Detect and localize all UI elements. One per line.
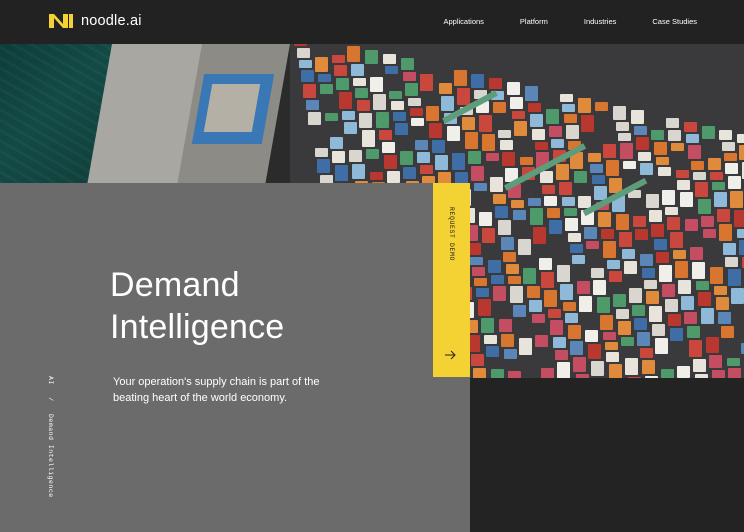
brand-logo[interactable]: noodle.ai [48, 13, 142, 29]
lower-right-panel [470, 378, 744, 532]
nav-item-case-studies[interactable]: Case Studies [652, 17, 697, 26]
breadcrumb-separator: / [47, 397, 54, 402]
breadcrumb-root[interactable]: AI [47, 376, 54, 385]
hero-lead-text: Your operation's supply chain is part of… [113, 376, 320, 404]
page-title-line-1: Demand [110, 266, 240, 304]
nav-item-platform[interactable]: Platform [520, 17, 548, 26]
main-nav: Applications Platform Industries Case St… [443, 17, 697, 26]
hero-content-panel [0, 183, 470, 532]
nav-item-industries[interactable]: Industries [584, 17, 617, 26]
noodle-n-logo-icon [49, 14, 73, 28]
brand-name: noodle.ai [81, 13, 142, 29]
top-navigation-bar: noodle.ai Applications Platform Industri… [0, 0, 744, 44]
request-demo-label: REQUEST DEMO [448, 207, 455, 262]
arrow-right-icon [445, 350, 456, 360]
page-title-line-2: Intelligence [110, 308, 285, 346]
nav-item-applications[interactable]: Applications [443, 17, 483, 26]
breadcrumb: AI / Demand Intelligence [47, 376, 54, 506]
breadcrumb-current: Demand Intelligence [47, 414, 54, 498]
request-demo-button[interactable]: REQUEST DEMO [433, 183, 470, 377]
page-title: Demand Intelligence [110, 264, 284, 348]
